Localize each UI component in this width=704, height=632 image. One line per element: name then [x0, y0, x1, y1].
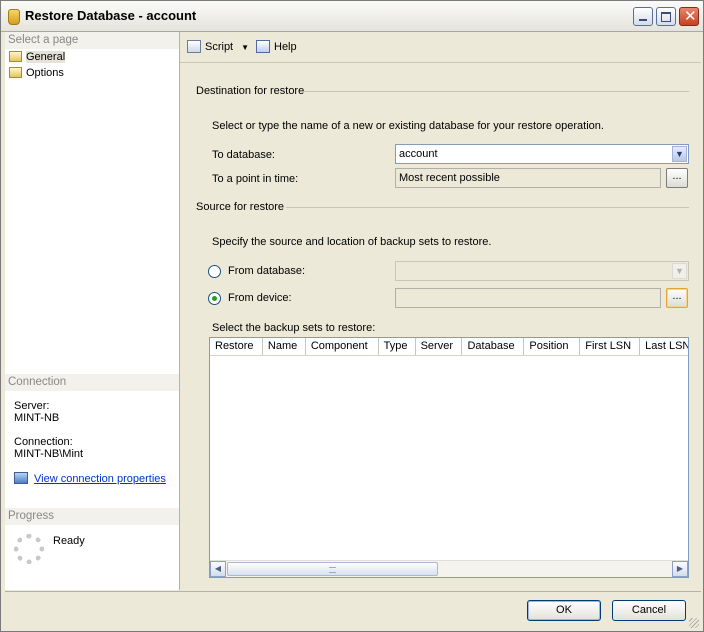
destination-description: Select or type the name of a new or exis…: [212, 120, 604, 132]
column-header-restore[interactable]: Restore: [210, 338, 263, 355]
connection-value: MINT-NB\Mint: [14, 448, 84, 460]
connection-header: Connection: [5, 374, 179, 391]
toolbar: Script ▼ Help: [180, 32, 701, 63]
scroll-right-icon[interactable]: ▶: [672, 561, 688, 577]
from-device-radio[interactable]: [208, 292, 221, 305]
help-label: Help: [274, 41, 297, 53]
backup-sets-grid[interactable]: Restore Name Component Type Server Datab…: [209, 337, 689, 578]
close-button[interactable]: ✕: [679, 7, 699, 26]
column-header-position[interactable]: Position: [524, 338, 581, 355]
column-header-database[interactable]: Database: [462, 338, 525, 355]
cancel-button[interactable]: Cancel: [612, 600, 686, 621]
from-device-label[interactable]: From device:: [228, 292, 292, 304]
point-in-time-label: To a point in time:: [212, 173, 299, 185]
from-database-combo: ▼: [395, 261, 689, 281]
progress-header: Progress: [5, 508, 179, 525]
minimize-button[interactable]: [633, 7, 653, 26]
to-database-combo[interactable]: account ▼: [395, 144, 689, 164]
server-label: Server:: [14, 400, 50, 412]
column-header-last-lsn[interactable]: Last LSN: [640, 338, 688, 355]
page-item-general[interactable]: General: [9, 50, 66, 65]
restore-database-window: Restore Database - account ✕ Select a pa…: [0, 0, 704, 632]
view-connection-properties[interactable]: View connection properties: [14, 472, 166, 485]
script-button[interactable]: Script ▼: [187, 40, 249, 53]
maximize-button[interactable]: [656, 7, 676, 26]
column-header-first-lsn[interactable]: First LSN: [580, 338, 641, 355]
connection-label: Connection:: [14, 436, 73, 448]
grid-header-row: Restore Name Component Type Server Datab…: [210, 338, 688, 356]
scroll-left-icon[interactable]: ◀: [210, 561, 226, 577]
help-button[interactable]: Help: [256, 40, 297, 53]
page-icon: [9, 51, 22, 62]
column-header-type[interactable]: Type: [379, 338, 416, 355]
destination-divider: [304, 91, 689, 92]
column-header-server[interactable]: Server: [416, 338, 463, 355]
view-connection-properties-link[interactable]: View connection properties: [34, 473, 166, 485]
from-database-label[interactable]: From database:: [228, 265, 305, 277]
point-in-time-browse-button[interactable]: ...: [666, 168, 688, 188]
source-header: Source for restore: [196, 201, 285, 213]
to-database-label: To database:: [212, 149, 275, 161]
source-divider: [286, 207, 689, 208]
point-in-time-value: Most recent possible: [399, 172, 500, 184]
backup-sets-label: Select the backup sets to restore:: [212, 322, 376, 334]
column-header-name[interactable]: Name: [263, 338, 306, 355]
left-pane: Select a page General Options Connection…: [5, 32, 180, 590]
page-icon: [9, 67, 22, 78]
scroll-thumb[interactable]: [227, 562, 438, 576]
script-icon: [187, 40, 201, 53]
ok-button[interactable]: OK: [527, 600, 601, 621]
destination-header: Destination for restore: [196, 85, 305, 97]
right-pane: Script ▼ Help Destination for restore Sel…: [180, 32, 701, 590]
select-page-header: Select a page: [5, 32, 179, 49]
server-value: MINT-NB: [14, 412, 60, 424]
progress-spinner-icon: [14, 534, 44, 564]
from-database-radio[interactable]: [208, 265, 221, 278]
chevron-down-icon: ▼: [672, 263, 687, 279]
script-label: Script: [205, 41, 234, 53]
title-bar[interactable]: Restore Database - account ✕: [1, 1, 703, 32]
page-item-label: General: [26, 51, 66, 63]
column-header-component[interactable]: Component: [306, 338, 379, 355]
chevron-down-icon[interactable]: ▼: [672, 146, 687, 162]
close-icon: ✕: [684, 7, 697, 25]
source-description: Specify the source and location of backu…: [212, 236, 492, 248]
page-item-label: Options: [26, 67, 64, 79]
chevron-down-icon: ▼: [241, 43, 250, 52]
progress-status: Ready: [53, 535, 85, 547]
point-in-time-field: Most recent possible: [395, 168, 661, 188]
from-device-field: [395, 288, 661, 308]
to-database-value: account: [399, 148, 438, 160]
window-title: Restore Database - account: [25, 8, 197, 23]
database-icon: [8, 9, 20, 25]
page-item-options[interactable]: Options: [9, 66, 64, 81]
dialog-footer: OK Cancel: [5, 591, 701, 630]
from-device-browse-button[interactable]: ...: [666, 288, 688, 308]
connection-properties-icon: [14, 472, 28, 484]
help-icon: [256, 40, 270, 53]
horizontal-scrollbar[interactable]: ◀ ▶: [210, 560, 688, 577]
resize-grip-icon[interactable]: [689, 618, 699, 628]
